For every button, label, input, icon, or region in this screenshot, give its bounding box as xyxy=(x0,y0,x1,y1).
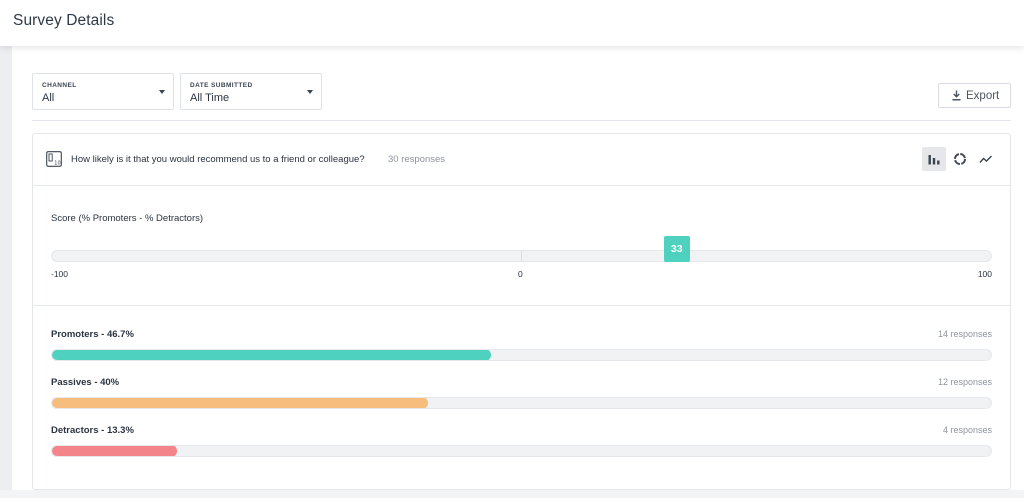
nps-score-section: Score (% Promoters - % Detractors) 33 -1… xyxy=(33,186,1010,306)
export-button-label: Export xyxy=(966,90,1000,102)
bucket-fill xyxy=(52,446,177,456)
bucket-track xyxy=(51,349,992,361)
bucket-label: Promoters - 46.7% xyxy=(51,329,134,340)
line-chart-view-button[interactable] xyxy=(974,147,998,171)
date-submitted-select-label: DATE SUBMITTED xyxy=(190,82,253,89)
bottom-shade xyxy=(0,490,1024,498)
bucket-count: 4 responses xyxy=(942,425,992,435)
left-rail xyxy=(0,46,12,498)
donut-chart-view-button[interactable] xyxy=(948,147,972,171)
bucket-label: Detractors - 13.3% xyxy=(51,425,134,436)
chevron-down-icon xyxy=(307,90,313,94)
bucket-label: Passives - 40% xyxy=(51,377,120,388)
question-header: 10 How likely is it that you would recom… xyxy=(33,134,1010,186)
download-icon xyxy=(952,90,961,101)
bucket-track xyxy=(51,397,992,409)
bar-chart-view-button[interactable] xyxy=(922,147,946,171)
bucket-fill xyxy=(52,398,428,408)
date-submitted-select[interactable]: DATE SUBMITTED All Time xyxy=(180,73,322,110)
bucket-count: 14 responses xyxy=(937,329,992,339)
question-text: How likely is it that you would recommen… xyxy=(71,154,365,165)
page-title: Survey Details xyxy=(13,12,115,29)
bucket-fill xyxy=(52,350,491,360)
score-title: Score (% Promoters - % Detractors) xyxy=(51,213,204,224)
bucket-count: 12 responses xyxy=(937,377,992,387)
donut-chart-icon xyxy=(954,153,966,165)
question-card: 10 How likely is it that you would recom… xyxy=(32,133,1011,490)
channel-select-value: All xyxy=(42,92,55,104)
main-content: CHANNEL All DATE SUBMITTED All Time Expo… xyxy=(12,46,1024,498)
chevron-down-icon xyxy=(159,90,165,94)
bucket-track xyxy=(51,445,992,457)
score-marker: 33 xyxy=(663,236,690,262)
filter-divider xyxy=(32,120,1011,121)
bar-chart-icon xyxy=(928,155,940,165)
score-tick-zero: 0 xyxy=(518,269,523,279)
nps-scale-icon: 10 xyxy=(46,151,62,167)
score-tick-max: 100 xyxy=(977,269,992,279)
top-bar: Survey Details xyxy=(0,0,1024,46)
channel-select[interactable]: CHANNEL All xyxy=(32,73,174,110)
score-tick-min: -100 xyxy=(51,269,69,279)
score-zero-line xyxy=(521,250,522,262)
line-chart-icon xyxy=(979,155,992,163)
channel-select-label: CHANNEL xyxy=(42,82,77,89)
svg-text:10: 10 xyxy=(54,161,60,167)
export-button[interactable]: Export xyxy=(938,83,1011,108)
date-submitted-select-value: All Time xyxy=(190,92,230,104)
response-count: 30 responses xyxy=(388,154,446,165)
